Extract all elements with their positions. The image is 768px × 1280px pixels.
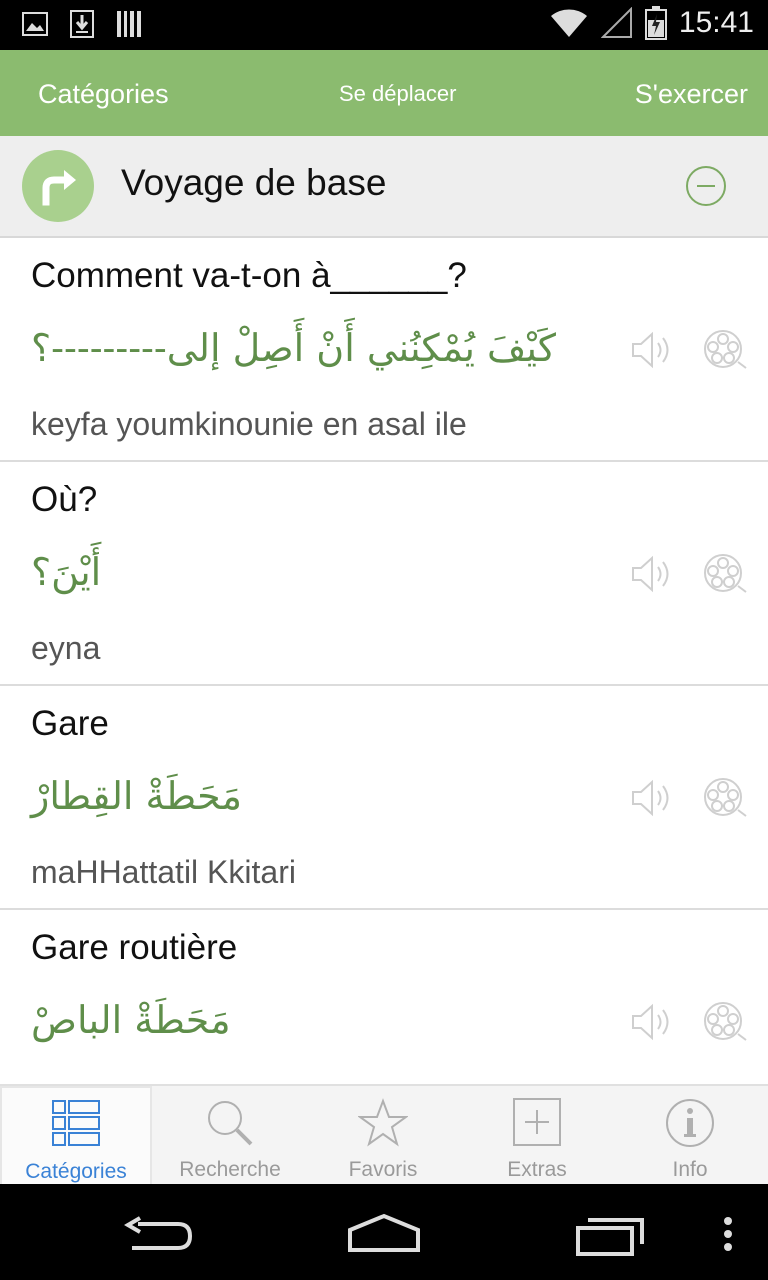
- tab-favorites[interactable]: Favoris: [307, 1086, 459, 1186]
- list-icon: [52, 1100, 100, 1146]
- category-header[interactable]: Voyage de base: [0, 136, 768, 238]
- clock: 15:41: [678, 6, 754, 39]
- info-icon: [666, 1099, 714, 1147]
- download-notification-icon: [70, 10, 94, 38]
- tab-label: Favoris: [348, 1158, 418, 1181]
- system-nav-bar: [0, 1184, 768, 1280]
- tab-label: Info: [672, 1158, 708, 1181]
- tab-extras[interactable]: Extras: [461, 1086, 613, 1186]
- category-title: Voyage de base: [121, 162, 387, 203]
- tab-label: Catégories: [25, 1160, 127, 1183]
- phrase-french: Gare: [31, 704, 109, 743]
- speaker-icon[interactable]: [630, 330, 676, 370]
- phrase-french: Comment va-t-on à______?: [31, 256, 467, 295]
- recent-apps-icon[interactable]: [574, 1214, 646, 1256]
- barcode-notification-icon: [117, 11, 141, 37]
- star-icon: [358, 1098, 408, 1147]
- battery-icon: [644, 6, 667, 40]
- plus-box-icon: [513, 1098, 561, 1146]
- signal-icon: [600, 7, 632, 38]
- phrase-item[interactable]: Comment va-t-on à______? كَيْفَ يُمْكِنُ…: [0, 238, 768, 462]
- phrase-french: Gare routière: [31, 928, 238, 967]
- phrase-item[interactable]: Gare مَحَطَةْ القِطارْ maHHattatil Kkita…: [0, 686, 768, 910]
- tab-info[interactable]: Info: [614, 1086, 766, 1186]
- back-icon[interactable]: [124, 1216, 194, 1252]
- phrase-transliteration: maHHattatil Kkitari: [31, 854, 296, 890]
- video-reel-icon[interactable]: [702, 776, 748, 820]
- wifi-icon: [550, 9, 587, 38]
- tab-categories[interactable]: Catégories: [0, 1086, 152, 1186]
- phrase-arabic: مَحَطَةْ القِطارْ: [31, 774, 242, 818]
- phrase-item[interactable]: Gare routière مَحَطَةْ الباصْ: [0, 910, 768, 1084]
- phrase-arabic: أَيْنَ؟: [31, 550, 102, 594]
- tab-categories-top[interactable]: Catégories: [38, 50, 169, 136]
- overflow-menu-icon[interactable]: [722, 1216, 734, 1252]
- speaker-icon[interactable]: [630, 778, 676, 818]
- phrase-transliteration: keyfa youmkinounie en asal ile: [31, 406, 467, 442]
- bottom-tab-bar: Catégories Recherche Favoris Extras Info: [0, 1084, 768, 1186]
- phrase-item[interactable]: Où? أَيْنَ؟ eyna: [0, 462, 768, 686]
- phrase-french: Où?: [31, 480, 98, 519]
- speaker-icon[interactable]: [630, 1002, 676, 1042]
- phrase-arabic: مَحَطَةْ الباصْ: [31, 998, 231, 1042]
- phrase-list[interactable]: Comment va-t-on à______? كَيْفَ يُمْكِنُ…: [0, 238, 768, 1084]
- tab-practice[interactable]: S'exercer: [635, 50, 748, 136]
- home-icon[interactable]: [346, 1212, 422, 1252]
- image-notification-icon: [22, 12, 48, 36]
- video-reel-icon[interactable]: [702, 552, 748, 596]
- speaker-icon[interactable]: [630, 554, 676, 594]
- top-nav-bar: Catégories Se déplacer S'exercer: [0, 50, 768, 136]
- phrase-transliteration: eyna: [31, 630, 101, 666]
- phrase-arabic: كَيْفَ يُمْكِنُني أَنْ أَصِلْ إلى-------…: [31, 326, 556, 370]
- status-bar: 15:41: [0, 0, 768, 50]
- video-reel-icon[interactable]: [702, 328, 748, 372]
- tab-label: Extras: [507, 1158, 567, 1181]
- search-icon: [208, 1101, 253, 1146]
- tab-search[interactable]: Recherche: [154, 1086, 306, 1186]
- tab-label: Recherche: [179, 1158, 281, 1181]
- video-reel-icon[interactable]: [702, 1000, 748, 1044]
- category-icon: [22, 150, 94, 222]
- arrow-turn-right-icon: [42, 170, 76, 206]
- collapse-minus-icon[interactable]: [686, 166, 726, 206]
- tab-move[interactable]: Se déplacer: [339, 50, 456, 136]
